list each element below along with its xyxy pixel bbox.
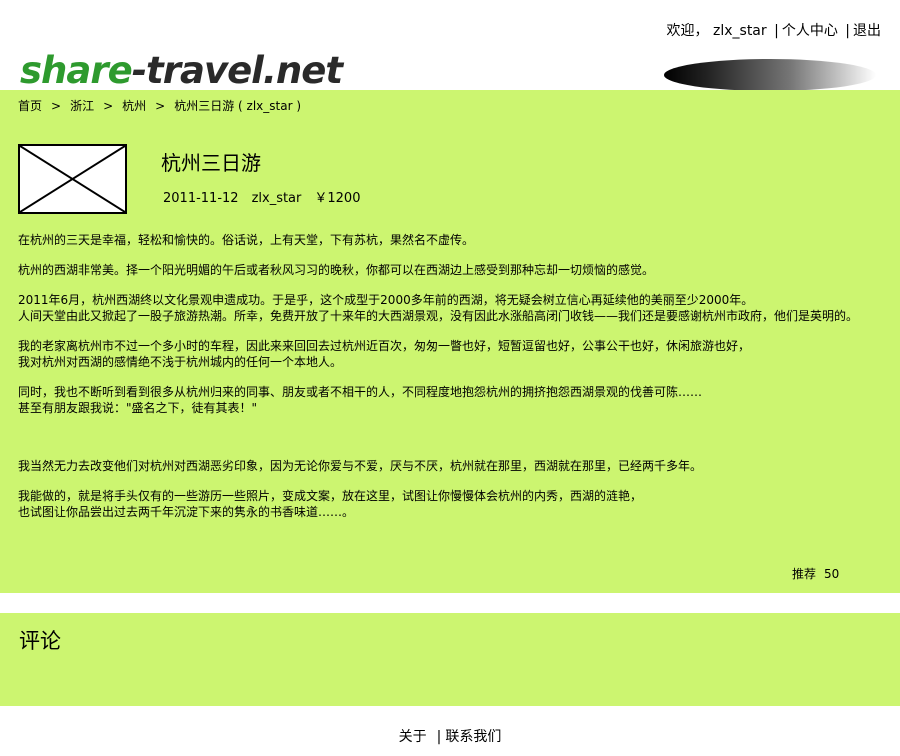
post-thumbnail-placeholder: [18, 144, 127, 214]
post-meta: 2011-11-12 zlx_star ￥1200: [163, 190, 373, 208]
post-title: 杭州三日游: [161, 151, 261, 175]
breadcrumb-arrow: >: [51, 99, 62, 113]
header-decoration: [664, 59, 876, 91]
post-panel: 首页 > 浙江 > 杭州 > 杭州三日游 ( zlx_star ) 杭州三日游 2011-1…: [0, 90, 900, 593]
recommend-count: 50: [824, 567, 840, 581]
user-nav: 欢迎， zlx_star | 个人中心 | 退出: [667, 22, 881, 40]
footer: 关于 | 联系我们: [0, 728, 900, 746]
post-price: ￥1200: [314, 191, 361, 206]
nav-separator: |: [774, 23, 779, 39]
breadcrumb-zhejiang[interactable]: 浙江: [70, 99, 94, 113]
breadcrumb-arrow: >: [155, 99, 166, 113]
paragraph: 在杭州的三天是幸福，轻松和愉快的。俗话说，上有天堂，下有苏杭，果然名不虚传。: [18, 232, 888, 248]
paragraph: 我的老家离杭州市不过一个多小时的车程，因此来来回回去过杭州近百次，匆匆一瞥也好，…: [18, 338, 888, 370]
paragraph-line: 人间天堂由此又掀起了一股子旅游热潮。所幸，免费开放了十来年的大西湖景观，没有因此…: [18, 309, 859, 323]
username-link[interactable]: zlx_star: [713, 23, 767, 39]
breadcrumb-current: 杭州三日游 ( zlx_star ): [174, 99, 302, 113]
recommend-label[interactable]: 推荐: [792, 567, 816, 581]
paragraph-line: 我的老家离杭州市不过一个多小时的车程，因此来来回回去过杭州近百次，匆匆一瞥也好，…: [18, 339, 751, 353]
paragraph: 2011年6月，杭州西湖终以文化景观申遗成功。于是乎，这个成型于2000多年前的…: [18, 292, 888, 324]
comments-heading: 评论: [19, 629, 61, 653]
logout-link[interactable]: 退出: [853, 23, 881, 39]
paragraph: 我当然无力去改变他们对杭州对西湖恶劣印象，因为无论你爱与不爱，厌与不厌，杭州就在…: [18, 458, 888, 474]
post-body: 在杭州的三天是幸福，轻松和愉快的。俗话说，上有天堂，下有苏杭，果然名不虚传。 杭…: [18, 232, 888, 534]
profile-link[interactable]: 个人中心: [782, 23, 838, 39]
breadcrumb-hangzhou[interactable]: 杭州: [122, 99, 146, 113]
nav-separator: |: [845, 23, 850, 39]
paragraph-line: 也试图让你品尝出过去两千年沉淀下来的隽永的书香味道……。: [18, 505, 355, 519]
paragraph: 我能做的，就是将手头仅有的一些游历一些照片，变成文案，放在这里，试图让你慢慢体会…: [18, 488, 888, 520]
breadcrumb-home[interactable]: 首页: [18, 99, 42, 113]
paragraph-line: 杭州的西湖非常美。择一个阳光明媚的午后或者秋风习习的晚秋，你都可以在西湖边上感受…: [18, 263, 655, 277]
welcome-text: 欢迎，: [666, 23, 709, 39]
paragraph-line: 我当然无力去改变他们对杭州对西湖恶劣印象，因为无论你爱与不爱，厌与不厌，杭州就在…: [18, 459, 703, 473]
about-link[interactable]: 关于: [399, 729, 427, 745]
comments-section: 评论: [0, 613, 900, 706]
paragraph-line: 甚至有朋友跟我说："盛名之下，徒有其表！": [18, 401, 258, 415]
breadcrumb: 首页 > 浙江 > 杭州 > 杭州三日游 ( zlx_star ): [18, 98, 301, 114]
paragraph: 杭州的西湖非常美。择一个阳光明媚的午后或者秋风习习的晚秋，你都可以在西湖边上感受…: [18, 262, 888, 278]
post-author: zlx_star: [251, 191, 302, 206]
logo-part-share: share: [20, 49, 133, 92]
paragraph: 同时，我也不断听到看到很多从杭州归来的同事、朋友或者不相干的人，不同程度地抱怨杭…: [18, 384, 888, 416]
paragraph-line: 我对杭州对西湖的感情绝不浅于杭州城内的任何一个本地人。: [18, 355, 343, 369]
logo-part-domain: -travel.net: [131, 49, 343, 92]
breadcrumb-arrow: >: [103, 99, 114, 113]
paragraph-line: 2011年6月，杭州西湖终以文化景观申遗成功。于是乎，这个成型于2000多年前的…: [18, 293, 754, 307]
paragraph-line: 我能做的，就是将手头仅有的一些游历一些照片，变成文案，放在这里，试图让你慢慢体会…: [18, 489, 643, 503]
paragraph-line: 在杭州的三天是幸福，轻松和愉快的。俗话说，上有天堂，下有苏杭，果然名不虚传。: [18, 233, 475, 247]
footer-separator: |: [436, 729, 442, 745]
site-logo[interactable]: share-travel.net: [20, 48, 343, 94]
broken-image-icon: [20, 146, 125, 212]
post-date: 2011-11-12: [163, 191, 239, 206]
paragraph-line: 同时，我也不断听到看到很多从杭州归来的同事、朋友或者不相干的人，不同程度地抱怨杭…: [18, 385, 703, 399]
recommend-widget[interactable]: 推荐 50: [792, 566, 839, 582]
contact-link[interactable]: 联系我们: [445, 729, 501, 745]
